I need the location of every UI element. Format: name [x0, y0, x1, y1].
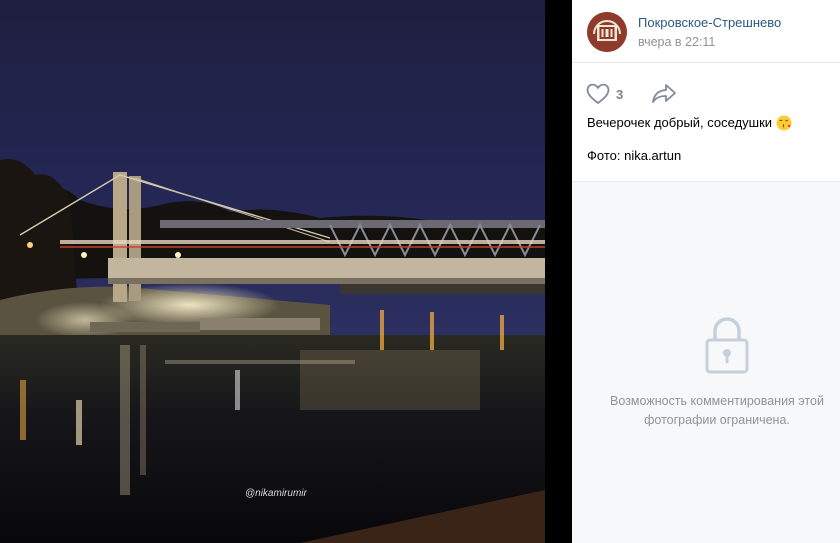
- author-name-link[interactable]: Покровское-Стрешнево: [638, 15, 781, 30]
- photo-watermark: @nikamirumir: [245, 488, 307, 499]
- share-arrow-icon: [652, 84, 676, 103]
- post-date[interactable]: вчера в 22:11: [638, 35, 715, 49]
- post-actions: 3: [572, 63, 840, 105]
- lock-icon: [705, 317, 749, 374]
- author-avatar[interactable]: [587, 12, 627, 52]
- like-count: 3: [616, 86, 624, 102]
- night-bridge-photo: [0, 0, 545, 543]
- comments-restricted-panel: Возможность комментирования этой фотогра…: [572, 182, 840, 543]
- share-button[interactable]: [651, 82, 677, 106]
- photo-credit: Фото: nika.artun: [587, 148, 682, 163]
- post-author-header: Покровское-Стрешнево вчера в 22:11: [572, 0, 840, 63]
- heart-icon: [586, 83, 610, 105]
- kiss-emoji-icon: [776, 115, 792, 131]
- caption-text: Вечерочек добрый, соседушки: [587, 115, 773, 130]
- viewer-gap: [545, 0, 572, 543]
- like-button[interactable]: 3: [586, 82, 623, 106]
- comments-restricted-text: Возможность комментирования этой фотогра…: [610, 394, 824, 427]
- photo-viewer[interactable]: @nikamirumir: [0, 0, 572, 543]
- post-caption: Вечерочек добрый, соседушки Фото: nika.a…: [572, 105, 840, 166]
- photo-sidebar: Покровское-Стрешнево вчера в 22:11 3 Веч…: [572, 0, 840, 543]
- community-logo-icon: [587, 12, 627, 52]
